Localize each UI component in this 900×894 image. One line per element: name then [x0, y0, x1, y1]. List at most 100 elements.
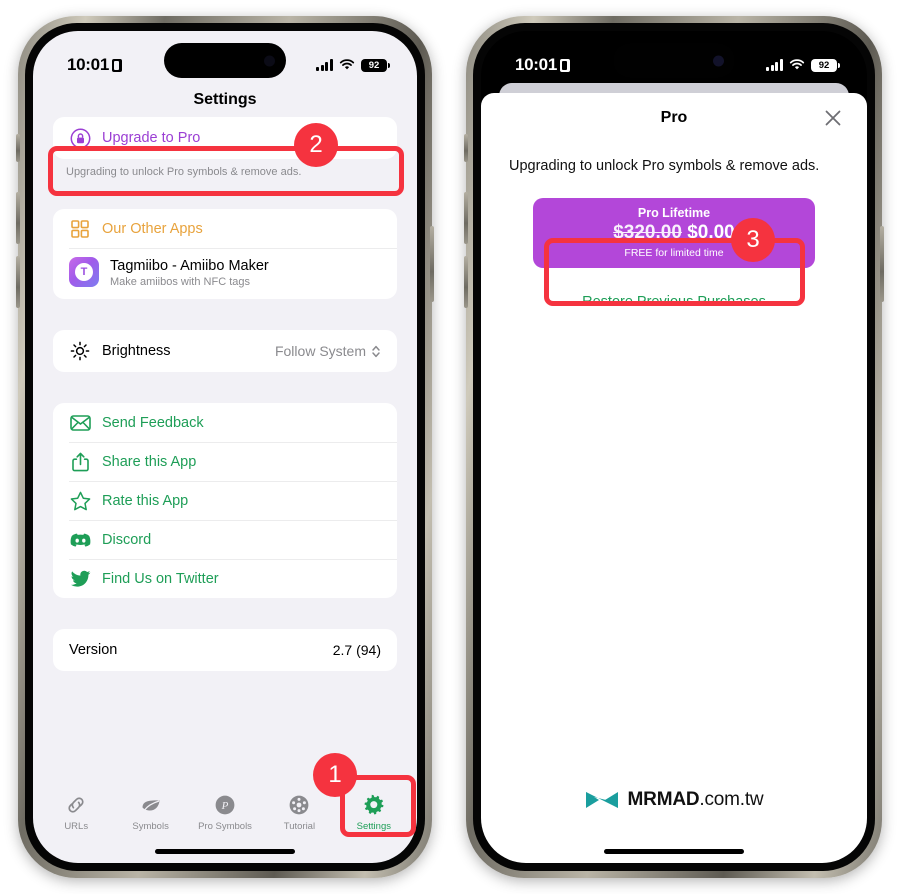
- left-phone-device: 10:01 92 Settings Upgrade to Pro Upgradi…: [16, 16, 434, 878]
- app-text-block: Tagmiibo - Amiibo Maker Make amiibos wit…: [110, 257, 269, 288]
- rate-this-app-row[interactable]: Rate this App: [53, 481, 397, 520]
- wifi-icon-right: [789, 59, 805, 70]
- tutorial-dots-circle-icon: [287, 793, 311, 817]
- lock-circle-icon: [69, 127, 91, 149]
- twitter-label: Find Us on Twitter: [102, 570, 219, 587]
- app-subtitle: Make amiibos with NFC tags: [110, 276, 250, 289]
- status-time-group-right: 10:01: [515, 55, 570, 75]
- left-phone-screen: 10:01 92 Settings Upgrade to Pro Upgradi…: [33, 31, 417, 863]
- mrmad-bowtie-logo-icon: [585, 792, 618, 808]
- leaf-icon: [139, 793, 163, 817]
- volume-up-button-right[interactable]: [464, 192, 468, 244]
- links-card: Send Feedback Share this App Rate this A…: [53, 403, 397, 599]
- sun-brightness-icon: [69, 340, 91, 362]
- close-icon[interactable]: [821, 106, 845, 130]
- pro-description: Upgrading to unlock Pro symbols & remove…: [509, 158, 820, 174]
- tab-urls-label: URLs: [64, 821, 89, 832]
- tab-urls[interactable]: URLs: [39, 793, 113, 832]
- tab-settings[interactable]: Settings: [337, 793, 411, 832]
- link-chain-icon: [64, 793, 88, 817]
- right-phone-screen: 10:01 92 Pro Upgrading to unlock Pro sym…: [481, 31, 867, 863]
- wifi-icon: [339, 59, 355, 70]
- brightness-label: Brightness: [102, 343, 171, 360]
- tab-tutorial-label: Tutorial: [283, 821, 316, 832]
- power-button-right[interactable]: [880, 226, 884, 302]
- silence-switch[interactable]: [16, 134, 20, 162]
- version-card: Version 2.7 (94): [53, 629, 397, 672]
- annotation-badge-3: 3: [731, 218, 775, 262]
- battery-indicator: 92: [361, 58, 390, 72]
- brightness-row[interactable]: Brightness Follow System: [53, 330, 397, 372]
- sheet-title: Pro: [660, 109, 688, 126]
- gear-icon: [362, 793, 386, 817]
- restore-purchases-link[interactable]: Restore Previous Purchases: [481, 294, 867, 310]
- purchase-new-price: $0.00: [687, 222, 735, 244]
- upgrade-caption: Upgrading to unlock Pro symbols & remove…: [66, 166, 302, 178]
- status-indicators-right: 92: [766, 58, 840, 72]
- share-this-app-row[interactable]: Share this App: [53, 442, 397, 481]
- discord-row[interactable]: Discord: [53, 520, 397, 559]
- page-title: Settings: [193, 91, 257, 108]
- location-indicator-icon-right: [559, 58, 570, 72]
- rate-this-app-label: Rate this App: [102, 492, 189, 509]
- svg-text:P: P: [221, 800, 229, 812]
- our-other-apps-label: Our Other Apps: [102, 220, 203, 237]
- volume-down-button-right[interactable]: [464, 256, 468, 308]
- status-indicators: 92: [316, 58, 390, 72]
- app-name: Tagmiibo - Amiibo Maker: [110, 258, 269, 274]
- envelope-icon: [69, 412, 91, 434]
- watermark-brand: MRMAD: [627, 789, 700, 810]
- app-list-item-tagmiibo[interactable]: T Tagmiibo - Amiibo Maker Make amiibos w…: [53, 248, 397, 299]
- version-value: 2.7 (94): [332, 642, 381, 659]
- annotation-badge-1: 1: [313, 753, 357, 797]
- brightness-value: Follow System: [274, 343, 366, 360]
- upgrade-to-pro-label: Upgrade to Pro: [102, 130, 201, 146]
- pro-circle-p-icon: P: [213, 793, 237, 817]
- brightness-value-group[interactable]: Follow System: [275, 343, 381, 359]
- chevron-up-down-icon: [372, 345, 380, 357]
- status-bar-right: 10:01 92: [481, 31, 867, 85]
- tagmiibo-app-icon: T: [69, 257, 99, 287]
- upgrade-card: Upgrade to Pro: [53, 117, 397, 159]
- right-phone-bezel: 10:01 92 Pro Upgrading to unlock Pro sym…: [473, 23, 875, 871]
- tab-symbols[interactable]: Symbols: [113, 793, 187, 832]
- silence-switch-right[interactable]: [464, 134, 468, 162]
- discord-icon: [69, 529, 91, 551]
- our-other-apps-row[interactable]: Our Other Apps: [53, 209, 397, 248]
- home-indicator-right[interactable]: [604, 849, 744, 854]
- purchase-title: Pro Lifetime: [637, 206, 711, 221]
- screenshot-stage: 10:01 92 Settings Upgrade to Pro Upgradi…: [0, 0, 900, 894]
- cellular-signal-icon-right: [766, 59, 783, 71]
- status-bar-left: 10:01 92: [33, 31, 417, 85]
- volume-down-button[interactable]: [16, 256, 20, 308]
- mrmad-watermark: MRMAD.com.tw: [481, 789, 867, 811]
- battery-indicator-right: 92: [811, 58, 840, 72]
- location-indicator-icon: [111, 58, 122, 72]
- tagmiibo-icon-letter: T: [75, 263, 93, 281]
- upgrade-to-pro-row[interactable]: Upgrade to Pro: [53, 117, 397, 159]
- tab-tutorial[interactable]: Tutorial: [262, 793, 336, 832]
- tab-pro-symbols[interactable]: P Pro Symbols: [188, 793, 262, 832]
- purchase-old-price: $320.00: [613, 222, 682, 244]
- volume-up-button[interactable]: [16, 192, 20, 244]
- power-button[interactable]: [430, 226, 434, 302]
- send-feedback-label: Send Feedback: [102, 414, 204, 431]
- send-feedback-row[interactable]: Send Feedback: [53, 403, 397, 442]
- watermark-domain: .com.tw: [699, 789, 764, 810]
- brightness-card: Brightness Follow System: [53, 330, 397, 373]
- star-icon: [69, 490, 91, 512]
- status-time-group: 10:01: [67, 55, 122, 75]
- tab-bar: URLs Symbols P Pro Symbols Tutorial Sett…: [33, 789, 417, 841]
- version-label: Version: [69, 642, 118, 659]
- restore-purchases-label: Restore Previous Purchases: [582, 294, 766, 311]
- settings-content: Upgrade to Pro Upgrading to unlock Pro s…: [33, 117, 417, 863]
- share-this-app-label: Share this App: [102, 453, 197, 470]
- home-indicator[interactable]: [155, 849, 295, 854]
- tab-symbols-label: Symbols: [132, 821, 169, 832]
- grid-apps-icon: [69, 218, 91, 240]
- cellular-signal-icon: [316, 59, 333, 71]
- twitter-row[interactable]: Find Us on Twitter: [53, 559, 397, 598]
- tab-settings-label: Settings: [356, 821, 391, 832]
- right-phone-device: 10:01 92 Pro Upgrading to unlock Pro sym…: [464, 16, 884, 878]
- tab-pro-symbols-label: Pro Symbols: [198, 821, 252, 832]
